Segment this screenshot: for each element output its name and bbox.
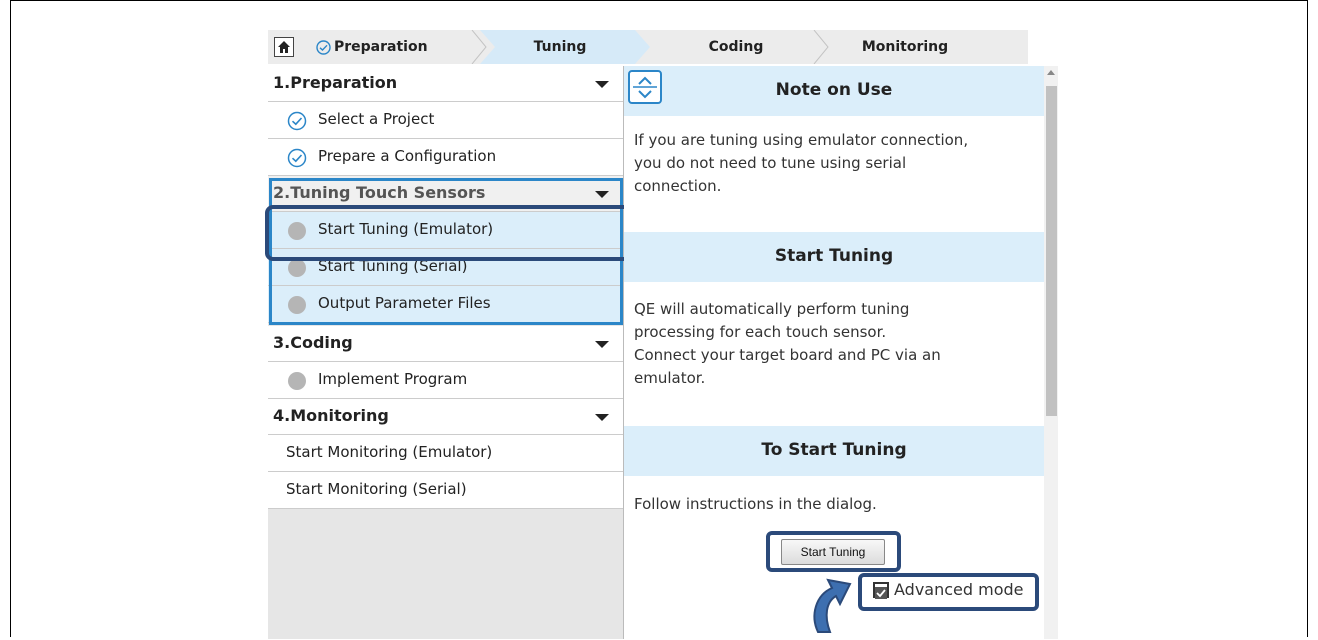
checkmark-icon <box>875 587 887 599</box>
section-header-monitoring[interactable]: 4.Monitoring <box>268 399 623 435</box>
breadcrumb-step-monitoring[interactable]: Monitoring <box>840 30 970 64</box>
breadcrumb-step-coding[interactable]: Coding <box>676 30 796 64</box>
text-line: If you are tuning using emulator connect… <box>634 131 969 149</box>
home-icon <box>278 41 290 53</box>
breadcrumb-separator <box>813 30 829 64</box>
sidebar-item-label: Select a Project <box>318 110 435 128</box>
note-on-use-header: Note on Use <box>624 66 1044 116</box>
sidebar-item-select-project[interactable]: Select a Project <box>268 102 623 139</box>
sidebar-item-prepare-configuration[interactable]: Prepare a Configuration <box>268 139 623 176</box>
start-tuning-emulator-callout <box>265 205 644 261</box>
section-header-preparation[interactable]: 1.Preparation <box>268 66 623 102</box>
section-heading: To Start Tuning <box>761 440 907 460</box>
check-circle-icon <box>287 111 307 131</box>
breadcrumb-separator <box>471 30 487 64</box>
home-button[interactable] <box>274 37 294 57</box>
text-line: connection. <box>634 177 722 195</box>
sidebar-item-label: Start Monitoring (Serial) <box>286 480 467 498</box>
sidebar-item-monitoring-serial[interactable]: Start Monitoring (Serial) <box>268 472 623 509</box>
text-line: Connect your target board and PC via an <box>634 346 941 364</box>
sidebar-item-label: Start Monitoring (Emulator) <box>286 443 493 461</box>
breadcrumb-step-tuning[interactable]: Tuning <box>520 30 600 64</box>
section-heading: Note on Use <box>775 80 893 100</box>
section-title: 4.Monitoring <box>273 406 389 425</box>
advanced-mode-label[interactable]: Advanced mode <box>894 580 1024 599</box>
instructions-text: Follow instructions in the dialog. <box>634 495 877 513</box>
section-heading: Start Tuning <box>774 246 894 266</box>
sidebar-item-label: Implement Program <box>318 370 468 388</box>
caret-down-icon <box>595 81 609 88</box>
sidebar-item-monitoring-emulator[interactable]: Start Monitoring (Emulator) <box>268 435 623 472</box>
sidebar-item-label: Prepare a Configuration <box>318 147 497 165</box>
collapse-toggle-button[interactable] <box>628 70 662 104</box>
scroll-up-arrow-icon[interactable] <box>1047 70 1055 75</box>
caret-down-icon <box>595 341 609 348</box>
text-line: emulator. <box>634 369 706 387</box>
to-start-tuning-header: To Start Tuning <box>624 426 1044 476</box>
text-line: you do not need to tune using serial <box>634 154 907 172</box>
scrollbar-thumb[interactable] <box>1046 86 1057 416</box>
text-line: processing for each touch sensor. <box>634 323 887 341</box>
caret-down-icon <box>595 414 609 421</box>
start-tuning-text: QE will automatically perform tuning pro… <box>634 298 1034 390</box>
sidebar-item-implement-program[interactable]: Implement Program <box>268 362 623 399</box>
start-tuning-header: Start Tuning <box>624 232 1044 282</box>
chevron-up-down-icon <box>633 76 657 99</box>
section-header-coding[interactable]: 3.Coding <box>268 326 623 362</box>
check-circle-icon <box>287 148 307 168</box>
section-title: 1.Preparation <box>273 73 398 92</box>
text-line: QE will automatically perform tuning <box>634 300 910 318</box>
section-title: 3.Coding <box>273 333 353 352</box>
breadcrumb-step-preparation[interactable]: Preparation <box>334 30 444 64</box>
note-text: If you are tuning using emulator connect… <box>634 129 1034 198</box>
status-pending-icon <box>288 372 306 390</box>
advanced-mode-checkbox[interactable] <box>873 582 889 599</box>
check-circle-icon <box>316 40 331 55</box>
